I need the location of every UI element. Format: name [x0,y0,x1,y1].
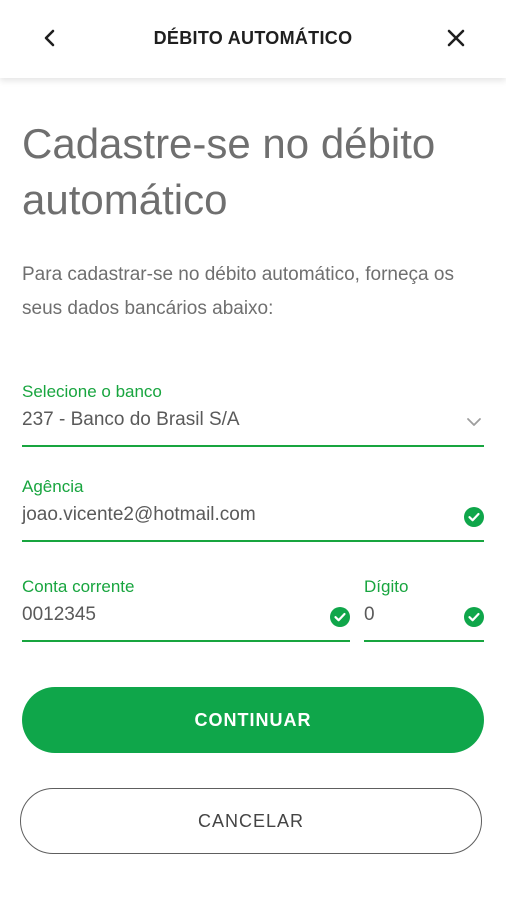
check-circle-icon [464,507,484,527]
bank-select[interactable]: Selecione o banco 237 - Banco do Brasil … [22,382,484,447]
agency-field-label: Agência [22,477,84,496]
digit-field-label: Dígito [364,577,409,596]
intro-text: Para cadastrar-se no débito automático, … [22,264,454,319]
account-field-value: 0012345 [22,604,96,625]
account-field-label: Conta corrente [22,577,135,596]
digit-field-value: 0 [364,604,375,625]
close-icon [446,28,466,53]
cancel-button[interactable]: CANCELAR [20,788,482,854]
check-circle-icon [330,607,350,627]
agency-field-value: joao.vicente2@hotmail.com [22,504,256,525]
chevron-down-icon [464,412,484,432]
continue-button[interactable]: CONTINUAR [22,687,484,753]
page-title: Cadastre-se no débito automático [22,120,436,223]
app-header: DÉBITO AUTOMÁTICO [0,0,506,78]
account-field[interactable]: Conta corrente 0012345 [22,577,350,642]
header-title: DÉBITO AUTOMÁTICO [153,28,353,48]
bank-select-label: Selecione o banco [22,382,162,401]
digit-field[interactable]: Dígito 0 [364,577,484,642]
agency-field[interactable]: Agência joao.vicente2@hotmail.com [22,477,484,542]
bank-select-value: 237 - Banco do Brasil S/A [22,409,240,430]
check-circle-icon [464,607,484,627]
screen: DÉBITO AUTOMÁTICO Cadastre-se no débito … [0,0,506,900]
close-button[interactable] [436,22,476,58]
